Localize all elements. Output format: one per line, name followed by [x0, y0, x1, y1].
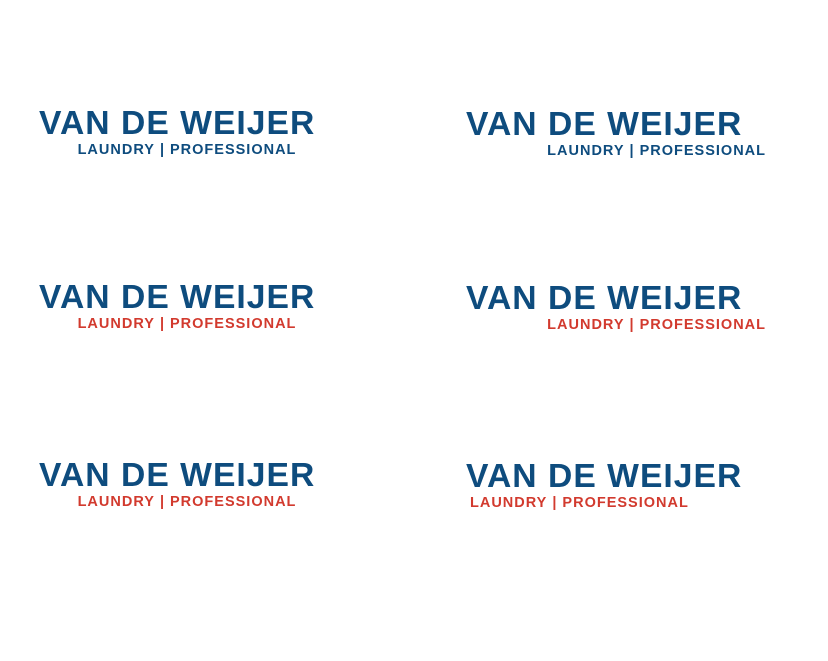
- tagline-laundry: LAUNDRY: [547, 317, 625, 333]
- logo-variant-3: VAN DE WEIJER LAUNDRY | PROFESSIONAL: [39, 280, 339, 333]
- logo-variant-6: VAN DE WEIJER LAUNDRY | PROFESSIONAL: [466, 459, 766, 512]
- logo-variant-2: VAN DE WEIJER LAUNDRY | PROFESSIONAL: [466, 107, 766, 160]
- tagline-separator: |: [552, 495, 558, 511]
- logo-tagline: LAUNDRY | PROFESSIONAL: [466, 495, 766, 511]
- tagline-professional: PROFESSIONAL: [170, 494, 297, 510]
- logo-tagline: LAUNDRY | PROFESSIONAL: [39, 494, 339, 510]
- logo-title: VAN DE WEIJER: [39, 456, 316, 493]
- logo-tagline: LAUNDRY | PROFESSIONAL: [466, 317, 766, 333]
- tagline-laundry: LAUNDRY: [77, 316, 155, 332]
- tagline-laundry: LAUNDRY: [77, 494, 155, 510]
- logo-tagline: LAUNDRY | PROFESSIONAL: [466, 143, 766, 159]
- tagline-separator: |: [629, 143, 635, 159]
- logo-title: VAN DE WEIJER: [39, 104, 316, 141]
- logo-variant-5: VAN DE WEIJER LAUNDRY | PROFESSIONAL: [39, 458, 339, 511]
- tagline-professional: PROFESSIONAL: [639, 143, 766, 159]
- logo-tagline: LAUNDRY | PROFESSIONAL: [39, 316, 339, 332]
- logo-variant-4: VAN DE WEIJER LAUNDRY | PROFESSIONAL: [466, 281, 766, 334]
- tagline-professional: PROFESSIONAL: [562, 495, 689, 511]
- tagline-professional: PROFESSIONAL: [639, 317, 766, 333]
- logo-title: VAN DE WEIJER: [466, 457, 743, 494]
- tagline-separator: |: [629, 317, 635, 333]
- tagline-separator: |: [159, 494, 165, 510]
- tagline-laundry: LAUNDRY: [77, 142, 155, 158]
- logo-title: VAN DE WEIJER: [39, 278, 316, 315]
- tagline-professional: PROFESSIONAL: [170, 142, 297, 158]
- logo-variant-1: VAN DE WEIJER LAUNDRY | PROFESSIONAL: [39, 106, 339, 159]
- tagline-professional: PROFESSIONAL: [170, 316, 297, 332]
- logo-title: VAN DE WEIJER: [466, 279, 743, 316]
- logo-tagline: LAUNDRY | PROFESSIONAL: [39, 142, 339, 158]
- tagline-separator: |: [159, 316, 165, 332]
- logo-title: VAN DE WEIJER: [466, 105, 743, 142]
- tagline-laundry: LAUNDRY: [547, 143, 625, 159]
- tagline-separator: |: [159, 142, 165, 158]
- tagline-laundry: LAUNDRY: [470, 495, 548, 511]
